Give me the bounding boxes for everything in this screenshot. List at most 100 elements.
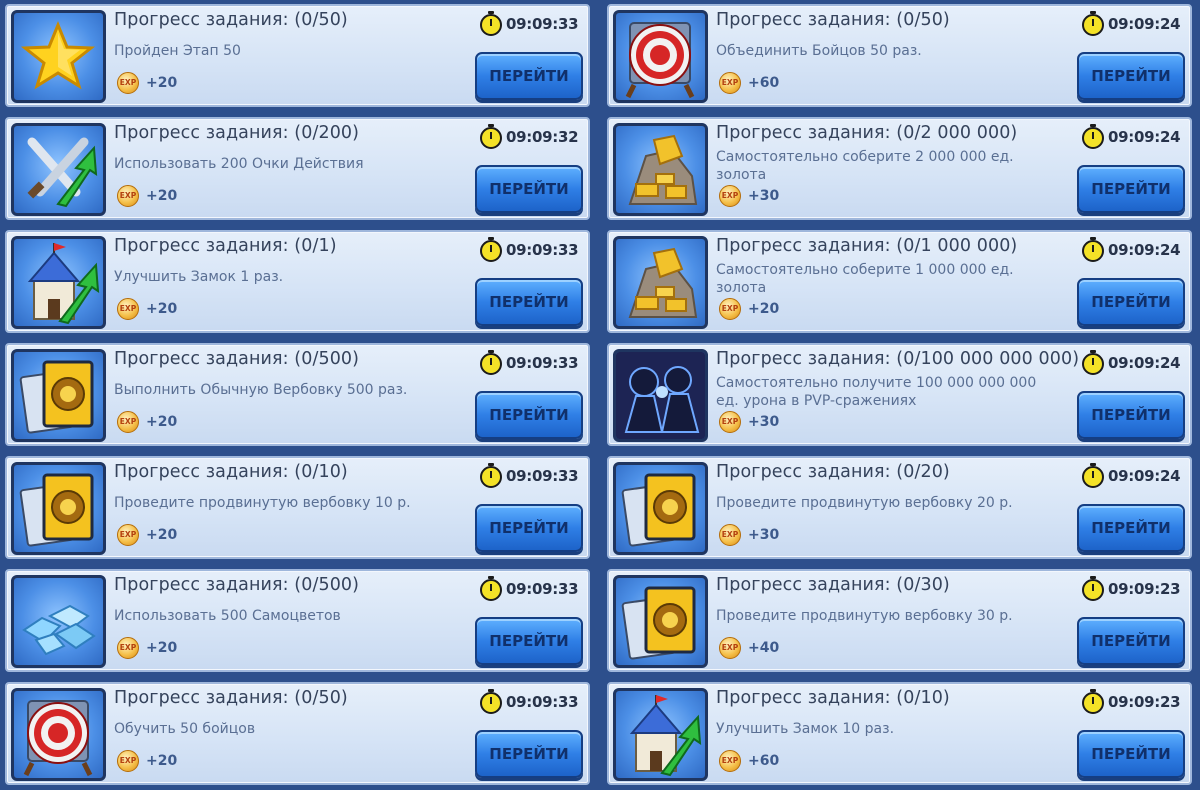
task-timer: 09:09:24 xyxy=(1108,128,1181,146)
task-card: Прогресс задания: (0/10) Улучшить Замок 1… xyxy=(607,682,1192,785)
exp-reward: +20 xyxy=(146,753,178,769)
exp-reward: +20 xyxy=(146,527,178,543)
exp-reward: +20 xyxy=(146,414,178,430)
task-description: Выполнить Обычную Вербовку 500 раз. xyxy=(114,382,408,398)
gold-pile-icon xyxy=(613,123,708,216)
exp-reward: +30 xyxy=(748,188,780,204)
swords-upgrade-icon xyxy=(11,123,106,216)
task-description: Обучить 50 бойцов xyxy=(114,721,256,737)
task-progress-title: Прогресс задания: (0/1 000 000) xyxy=(716,236,1018,256)
task-progress-title: Прогресс задания: (0/30) xyxy=(716,575,950,595)
exp-icon: EXP xyxy=(117,750,139,772)
clock-icon xyxy=(480,689,502,714)
exp-icon: EXP xyxy=(117,72,139,94)
task-timer: 09:09:32 xyxy=(506,128,579,146)
exp-icon: EXP xyxy=(117,524,139,546)
exp-reward: +60 xyxy=(748,753,780,769)
task-progress-title: Прогресс задания: (0/200) xyxy=(114,123,360,143)
go-button[interactable]: ПЕРЕЙТИ xyxy=(1077,278,1185,326)
exp-icon: EXP xyxy=(719,411,741,433)
exp-reward: +40 xyxy=(748,640,780,656)
task-timer: 09:09:33 xyxy=(506,693,579,711)
go-button[interactable]: ПЕРЕЙТИ xyxy=(1077,52,1185,100)
go-button[interactable]: ПЕРЕЙТИ xyxy=(475,278,583,326)
exp-icon: EXP xyxy=(117,411,139,433)
task-timer: 09:09:24 xyxy=(1108,15,1181,33)
clock-icon xyxy=(1082,350,1104,375)
task-timer: 09:09:33 xyxy=(506,580,579,598)
task-timer: 09:09:24 xyxy=(1108,467,1181,485)
gems-icon xyxy=(11,575,106,668)
clock-icon xyxy=(480,11,502,36)
clock-icon xyxy=(1082,576,1104,601)
recruit-card-icon xyxy=(11,462,106,555)
exp-reward: +20 xyxy=(146,640,178,656)
pvp-fighters-icon xyxy=(613,349,708,442)
task-description: Самостоятельно получите 100 000 000 000 … xyxy=(716,375,1037,409)
task-card: Прогресс задания: (0/50) Пройден Этап 50 E… xyxy=(5,4,590,107)
go-button[interactable]: ПЕРЕЙТИ xyxy=(475,504,583,552)
recruit-card-icon xyxy=(613,575,708,668)
go-button[interactable]: ПЕРЕЙТИ xyxy=(1077,391,1185,439)
task-description: Использовать 200 Очки Действия xyxy=(114,156,364,172)
exp-icon: EXP xyxy=(719,72,741,94)
exp-reward: +30 xyxy=(748,527,780,543)
task-card: Прогресс задания: (0/100 000 000 000) Сам… xyxy=(607,343,1192,446)
task-description: Объединить Бойцов 50 раз. xyxy=(716,43,922,59)
go-button[interactable]: ПЕРЕЙТИ xyxy=(1077,617,1185,665)
task-progress-title: Прогресс задания: (0/100 000 000 000) xyxy=(716,349,1080,369)
task-card: Прогресс задания: (0/1) Улучшить Замок 1 … xyxy=(5,230,590,333)
task-card: Прогресс задания: (0/200) Использовать 20… xyxy=(5,117,590,220)
recruit-card-icon xyxy=(11,349,106,442)
clock-icon xyxy=(480,576,502,601)
gold-pile-icon xyxy=(613,236,708,329)
go-button[interactable]: ПЕРЕЙТИ xyxy=(1077,730,1185,778)
task-description: Улучшить Замок 10 раз. xyxy=(716,721,895,737)
task-description: Самостоятельно соберите 2 000 000 ед. зо… xyxy=(716,149,1014,183)
exp-icon: EXP xyxy=(117,185,139,207)
task-timer: 09:09:24 xyxy=(1108,354,1181,372)
exp-reward: +20 xyxy=(146,301,178,317)
go-button[interactable]: ПЕРЕЙТИ xyxy=(475,52,583,100)
task-card: Прогресс задания: (0/20) Проведите продви… xyxy=(607,456,1192,559)
clock-icon xyxy=(480,124,502,149)
task-description: Пройден Этап 50 xyxy=(114,43,241,59)
task-progress-title: Прогресс задания: (0/10) xyxy=(114,462,348,482)
task-timer: 09:09:33 xyxy=(506,241,579,259)
task-card: Прогресс задания: (0/50) Объединить Бойцо… xyxy=(607,4,1192,107)
exp-icon: EXP xyxy=(719,298,741,320)
task-description: Проведите продвинутую вербовку 30 р. xyxy=(716,608,1013,624)
exp-icon: EXP xyxy=(117,637,139,659)
go-button[interactable]: ПЕРЕЙТИ xyxy=(475,730,583,778)
task-card: Прогресс задания: (0/2 000 000) Самостоят… xyxy=(607,117,1192,220)
task-timer: 09:09:23 xyxy=(1108,580,1181,598)
go-button[interactable]: ПЕРЕЙТИ xyxy=(475,165,583,213)
target-icon xyxy=(11,688,106,781)
task-card: Прогресс задания: (0/500) Использовать 50… xyxy=(5,569,590,672)
task-progress-title: Прогресс задания: (0/1) xyxy=(114,236,337,256)
go-button[interactable]: ПЕРЕЙТИ xyxy=(475,617,583,665)
clock-icon xyxy=(1082,237,1104,262)
task-description: Использовать 500 Самоцветов xyxy=(114,608,341,624)
task-progress-title: Прогресс задания: (0/50) xyxy=(114,688,348,708)
exp-reward: +20 xyxy=(146,188,178,204)
target-icon xyxy=(613,10,708,103)
task-card: Прогресс задания: (0/1 000 000) Самостоят… xyxy=(607,230,1192,333)
recruit-card-icon xyxy=(613,462,708,555)
task-description: Улучшить Замок 1 раз. xyxy=(114,269,284,285)
exp-reward: +20 xyxy=(748,301,780,317)
clock-icon xyxy=(480,237,502,262)
task-progress-title: Прогресс задания: (0/500) xyxy=(114,575,360,595)
go-button[interactable]: ПЕРЕЙТИ xyxy=(1077,165,1185,213)
task-progress-title: Прогресс задания: (0/20) xyxy=(716,462,950,482)
castle-upgrade-icon xyxy=(11,236,106,329)
go-button[interactable]: ПЕРЕЙТИ xyxy=(1077,504,1185,552)
go-button[interactable]: ПЕРЕЙТИ xyxy=(475,391,583,439)
task-card: Прогресс задания: (0/10) Проведите продви… xyxy=(5,456,590,559)
exp-icon: EXP xyxy=(719,185,741,207)
task-timer: 09:09:33 xyxy=(506,467,579,485)
task-progress-title: Прогресс задания: (0/50) xyxy=(716,10,950,30)
clock-icon xyxy=(1082,689,1104,714)
task-timer: 09:09:23 xyxy=(1108,693,1181,711)
task-card: Прогресс задания: (0/500) Выполнить Обычн… xyxy=(5,343,590,446)
